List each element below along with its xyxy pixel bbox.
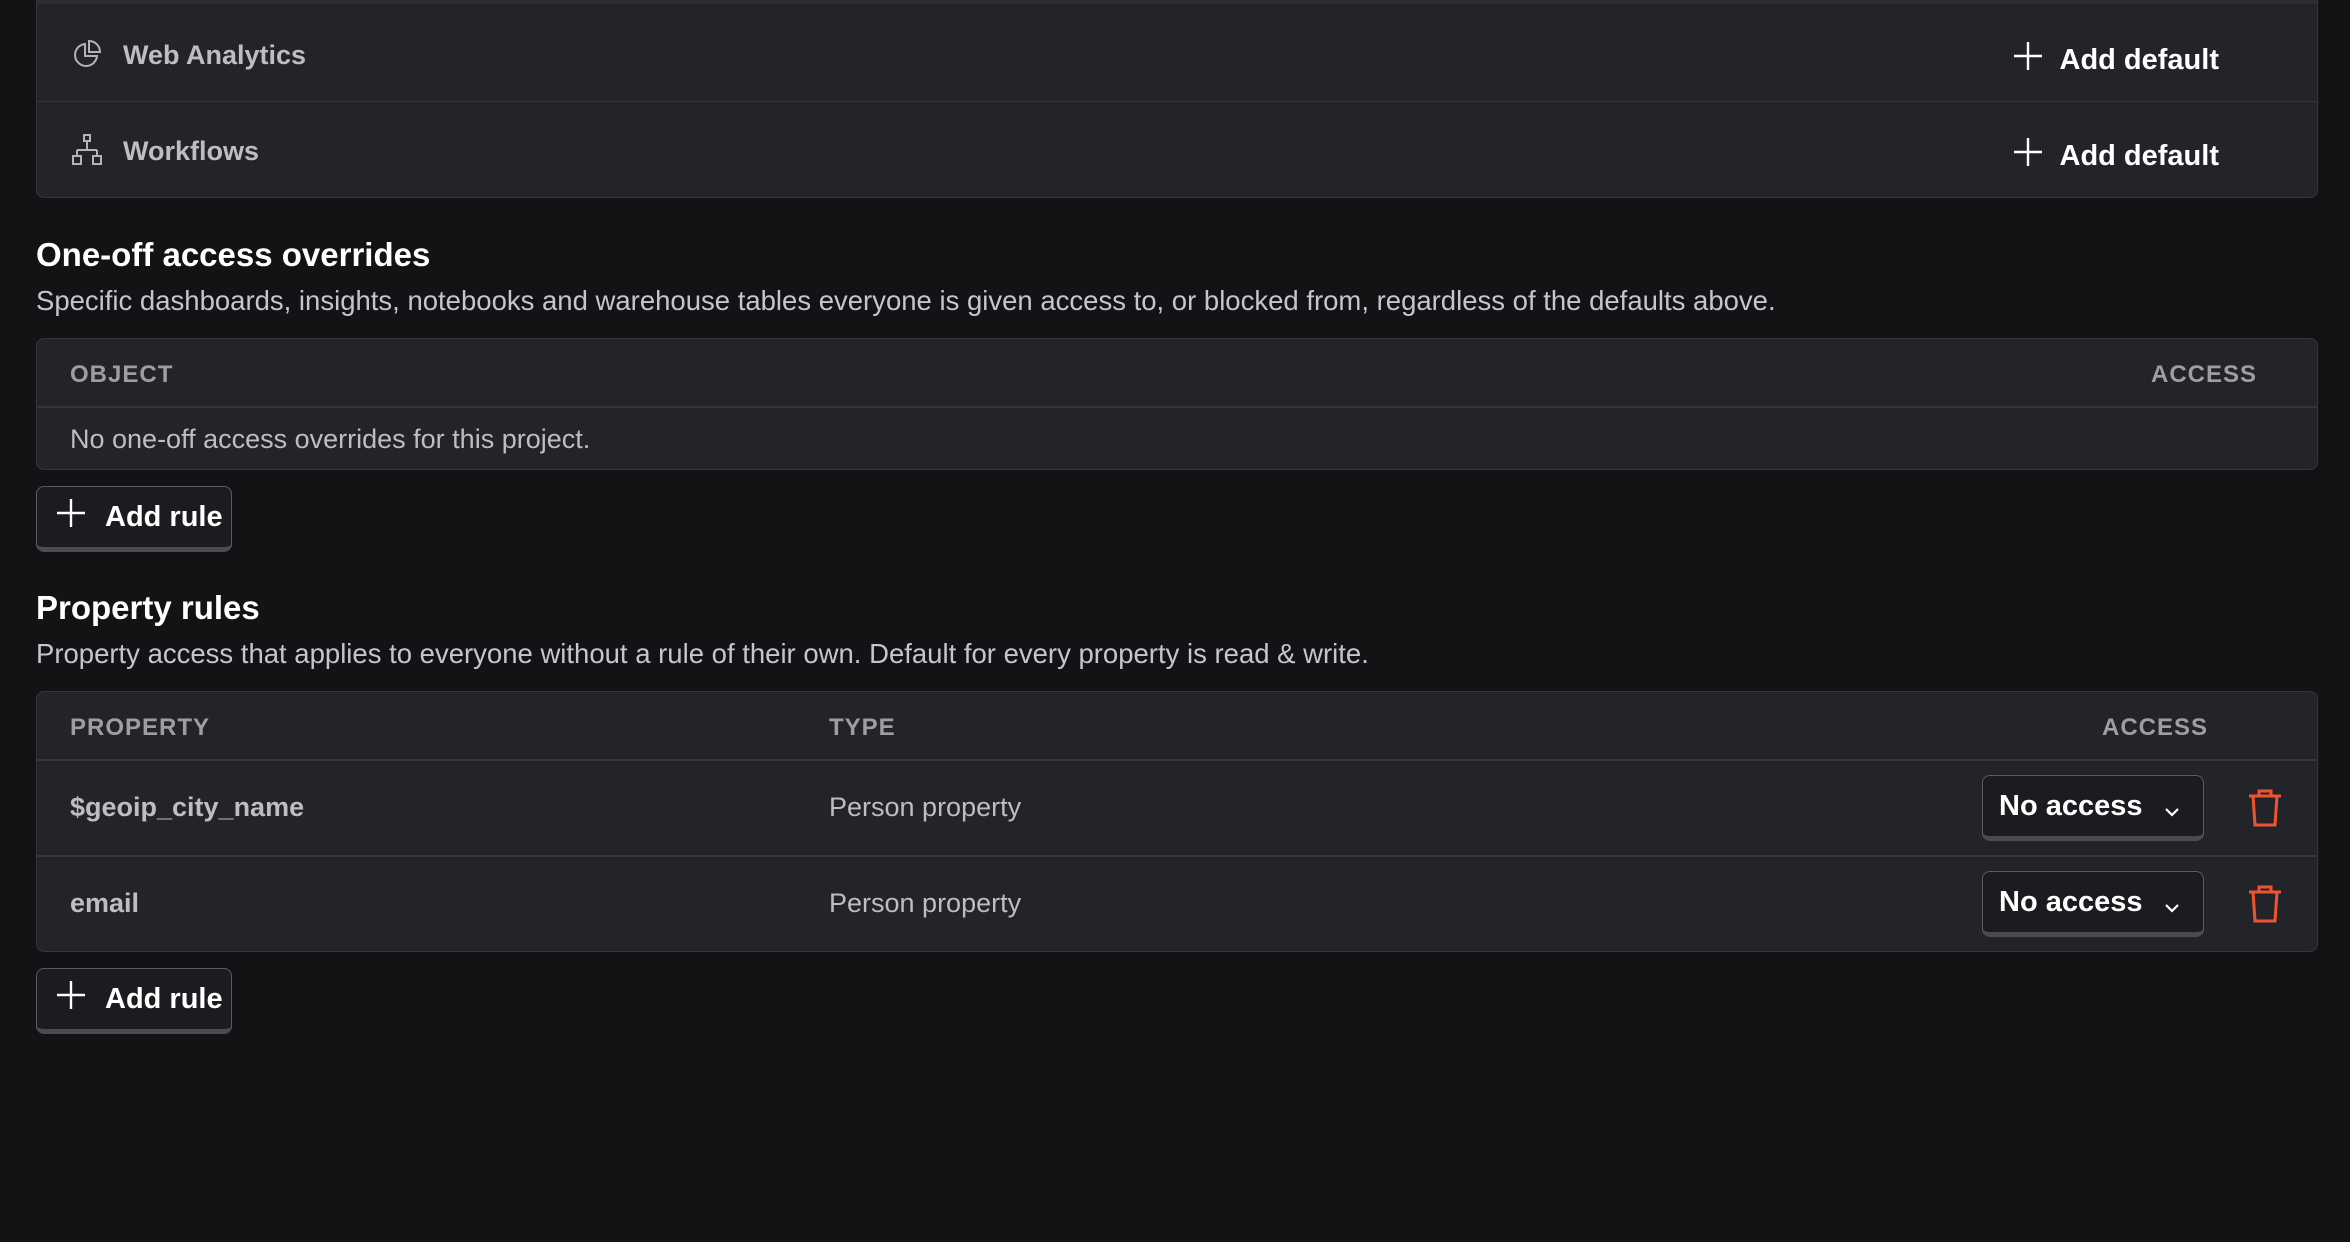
access-select[interactable]: No access bbox=[1982, 775, 2204, 841]
add-rule-label: Add rule bbox=[105, 982, 223, 1015]
column-header-access: ACCESS bbox=[2151, 361, 2258, 388]
add-override-rule-button[interactable]: Add rule bbox=[36, 486, 232, 552]
access-control-page: Web Analytics Add default Workflows Add … bbox=[0, 0, 2350, 1242]
trash-icon[interactable] bbox=[2247, 788, 2283, 828]
property-rules-title: Property rules bbox=[36, 589, 260, 626]
product-label: Workflows bbox=[123, 136, 260, 166]
divider bbox=[37, 406, 2317, 408]
product-defaults-card: Web Analytics Add default Workflows Add … bbox=[36, 0, 2318, 198]
property-type: Person property bbox=[829, 888, 1022, 918]
add-rule-label: Add rule bbox=[105, 500, 223, 533]
add-default-button[interactable]: Add default bbox=[2012, 40, 2220, 80]
add-default-label: Add default bbox=[2059, 43, 2220, 76]
property-rules-table: PROPERTY TYPE ACCESS $geoip_city_name Pe… bbox=[36, 691, 2318, 952]
plus-icon bbox=[55, 979, 87, 1019]
property-type: Person property bbox=[829, 792, 1022, 822]
column-header-object: OBJECT bbox=[70, 361, 174, 388]
overrides-title: One-off access overrides bbox=[36, 236, 431, 273]
plus-icon bbox=[55, 497, 87, 537]
product-label: Web Analytics bbox=[123, 40, 307, 70]
plus-icon bbox=[2012, 40, 2044, 80]
product-default-row-web-analytics: Web Analytics Add default bbox=[37, 6, 2317, 102]
product-default-row-workflows: Workflows Add default bbox=[37, 102, 2317, 198]
pie-chart-icon bbox=[71, 38, 103, 70]
property-name: $geoip_city_name bbox=[70, 792, 305, 822]
chevron-down-icon bbox=[2163, 892, 2181, 925]
workflow-icon bbox=[71, 134, 103, 166]
property-name: email bbox=[70, 888, 140, 918]
divider bbox=[37, 759, 2317, 761]
add-default-label: Add default bbox=[2059, 139, 2220, 172]
column-header-type: TYPE bbox=[829, 714, 896, 741]
trash-icon[interactable] bbox=[2247, 884, 2283, 924]
column-header-property: PROPERTY bbox=[70, 714, 211, 741]
overrides-description: Specific dashboards, insights, notebooks… bbox=[36, 285, 1776, 316]
access-select-value: No access bbox=[1999, 789, 2143, 822]
plus-icon bbox=[2012, 136, 2044, 176]
add-default-button[interactable]: Add default bbox=[2012, 136, 2220, 176]
column-header-access: ACCESS bbox=[2102, 714, 2209, 741]
chevron-down-icon bbox=[2163, 796, 2181, 829]
property-rules-description: Property access that applies to everyone… bbox=[36, 638, 1369, 669]
divider bbox=[37, 855, 2317, 857]
access-select-value: No access bbox=[1999, 885, 2143, 918]
empty-state-text: No one-off access overrides for this pro… bbox=[70, 424, 591, 454]
overrides-table: OBJECT ACCESS No one-off access override… bbox=[36, 338, 2318, 470]
access-select[interactable]: No access bbox=[1982, 871, 2204, 937]
add-property-rule-button[interactable]: Add rule bbox=[36, 968, 232, 1034]
